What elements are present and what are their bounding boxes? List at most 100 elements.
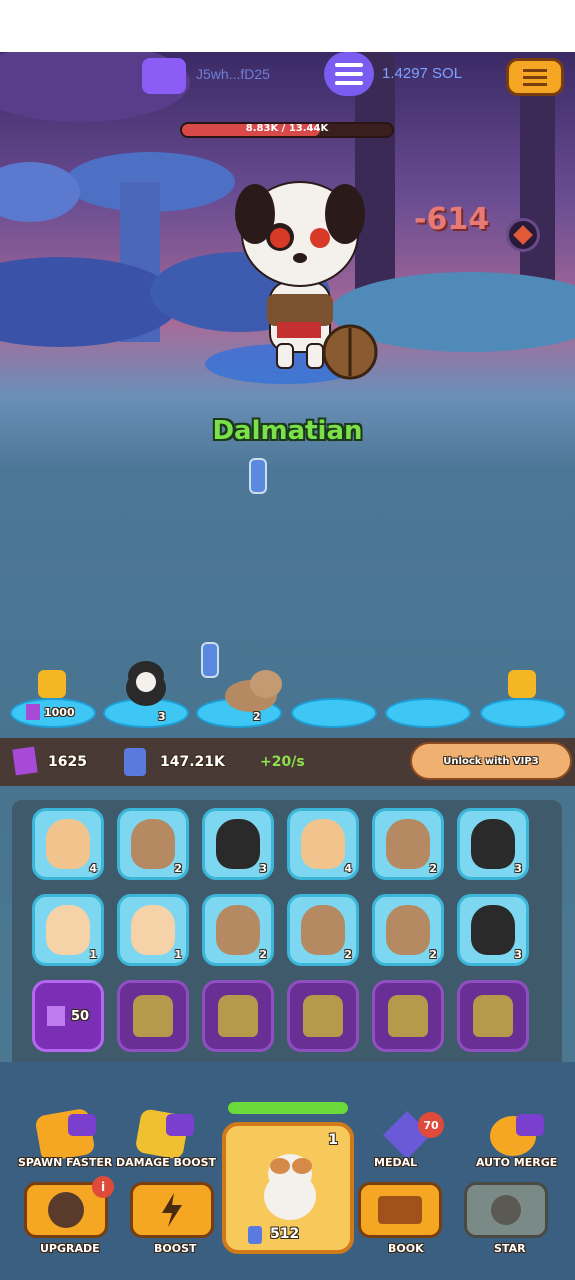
pad-empty[interactable] (385, 698, 471, 728)
grid-cell-cat[interactable]: 1 (117, 894, 189, 966)
pad-cost: 1000 (44, 706, 75, 719)
grid-cell-cat[interactable]: 2 (372, 894, 444, 966)
lock-icon (388, 995, 428, 1037)
cat-sprite (264, 1154, 316, 1220)
wallet-icon[interactable] (142, 58, 186, 94)
coin-drop-icon (249, 458, 267, 494)
cat-level: 1 (89, 948, 97, 961)
cat-level: 2 (429, 862, 437, 875)
grid-cell-cat[interactable]: 2 (372, 808, 444, 880)
grid-cell-locked[interactable] (202, 980, 274, 1052)
lock-icon (218, 995, 258, 1037)
video-ad-icon (68, 1114, 96, 1136)
cat-level: 1 (174, 948, 182, 961)
star-icon (491, 1195, 521, 1225)
grid-cell-cat[interactable]: 3 (202, 808, 274, 880)
game-scene: J5wh...fD25 1.4297 SOL 8.83K / 13.44K -6… (0, 52, 575, 1280)
coin-icon (124, 748, 146, 776)
lock-icon (303, 995, 343, 1037)
cat-level: 3 (259, 862, 267, 875)
solana-icon (324, 52, 374, 96)
cat-sprite (46, 819, 90, 869)
cat-level: 2 (174, 862, 182, 875)
cat-level: 2 (344, 948, 352, 961)
cat-sprite (216, 905, 260, 955)
lightning-icon (162, 1193, 182, 1227)
spawn-progress-fill (228, 1102, 348, 1114)
book-icon (378, 1196, 422, 1224)
lock-icon (133, 995, 173, 1037)
cat-level: 4 (344, 862, 352, 875)
video-ad-icon (166, 1114, 194, 1136)
grid-cell-cat[interactable]: 4 (287, 808, 359, 880)
boss-name: Dalmatian (212, 416, 363, 446)
vip-unlock-label: Unlock with VIP3 (443, 755, 539, 767)
cat-sprite (386, 905, 430, 955)
cat-sprite (386, 819, 430, 869)
dalmatian-boss[interactable] (225, 162, 385, 382)
gem-icon (26, 704, 40, 720)
lock-icon (473, 995, 513, 1037)
cat-level: 3 (158, 710, 166, 723)
gem-slot-cost: 50 (70, 1008, 90, 1024)
grid-cell-cat[interactable]: 1 (32, 894, 104, 966)
grid-cell-cat[interactable]: 2 (202, 894, 274, 966)
coin-icon (248, 1226, 262, 1244)
pad-locked[interactable] (480, 698, 566, 728)
grid-cell-cat[interactable]: 2 (117, 808, 189, 880)
cat-sprite (131, 819, 175, 869)
cat-sprite (301, 905, 345, 955)
cat-level: 3 (514, 948, 522, 961)
grid-cell-cat[interactable]: 3 (457, 808, 529, 880)
gem-count: 1625 (48, 754, 87, 770)
damage-popup: -614 (414, 202, 490, 237)
grid-cell-locked[interactable] (457, 980, 529, 1052)
book-label: BOOK (388, 1242, 424, 1255)
cat-sprite (131, 905, 175, 955)
grid-cell-locked[interactable] (372, 980, 444, 1052)
spawn-pads-row: 1000 3 2 (8, 661, 568, 737)
grid-cell-cat[interactable]: 3 (457, 894, 529, 966)
star-button[interactable] (464, 1182, 548, 1238)
cat-level: 2 (429, 948, 437, 961)
menu-icon (523, 68, 547, 86)
boost-button[interactable] (130, 1182, 214, 1238)
sol-balance: 1.4297 SOL (382, 65, 463, 82)
wallet-address[interactable]: J5wh...fD25 (196, 66, 270, 82)
upgrade-badge: i (92, 1176, 114, 1198)
video-ad-icon (516, 1114, 544, 1136)
cat-level: 3 (514, 862, 522, 875)
upgrade-icon (48, 1192, 84, 1228)
boost-label: BOOST (154, 1242, 197, 1255)
cat-sprite (471, 819, 515, 869)
gem-drop-icon[interactable] (506, 218, 540, 252)
grid-cell-locked[interactable] (287, 980, 359, 1052)
gem-icon (46, 1006, 65, 1026)
coin-count: 147.21K (160, 754, 225, 770)
cat-sprite (301, 819, 345, 869)
cat-sprite[interactable] (116, 650, 176, 710)
spawn-cat-button[interactable]: 1 512 (222, 1122, 354, 1254)
grid-cell-cat[interactable]: 4 (32, 808, 104, 880)
grid-cell-gem-unlock[interactable]: 50 (32, 980, 104, 1052)
pad-empty[interactable] (291, 698, 377, 728)
cat-sprite[interactable] (216, 662, 286, 716)
book-button[interactable] (358, 1182, 442, 1238)
resource-bar: 1625 147.21K +20/s Unlock with VIP3 (0, 738, 575, 786)
auto-merge-label: AUTO MERGE (476, 1156, 558, 1169)
upgrade-label: UPGRADE (40, 1242, 100, 1255)
boss-hp-text: 8.83K / 13.44K (245, 123, 329, 134)
grid-cell-cat[interactable]: 2 (287, 894, 359, 966)
cat-sprite (216, 819, 260, 869)
lock-icon (38, 670, 66, 698)
cat-sprite (46, 905, 90, 955)
menu-button[interactable] (506, 58, 564, 96)
spawn-cost: 512 (270, 1226, 300, 1242)
medal-label: MEDAL (374, 1156, 418, 1169)
vip-unlock-button[interactable]: Unlock with VIP3 (410, 742, 572, 780)
grid-cell-locked[interactable] (117, 980, 189, 1052)
medal-badge: 70 (418, 1112, 444, 1138)
lock-icon (508, 670, 536, 698)
damage-boost-label: DAMAGE BOOST (116, 1156, 216, 1169)
cat-level: 2 (259, 948, 267, 961)
